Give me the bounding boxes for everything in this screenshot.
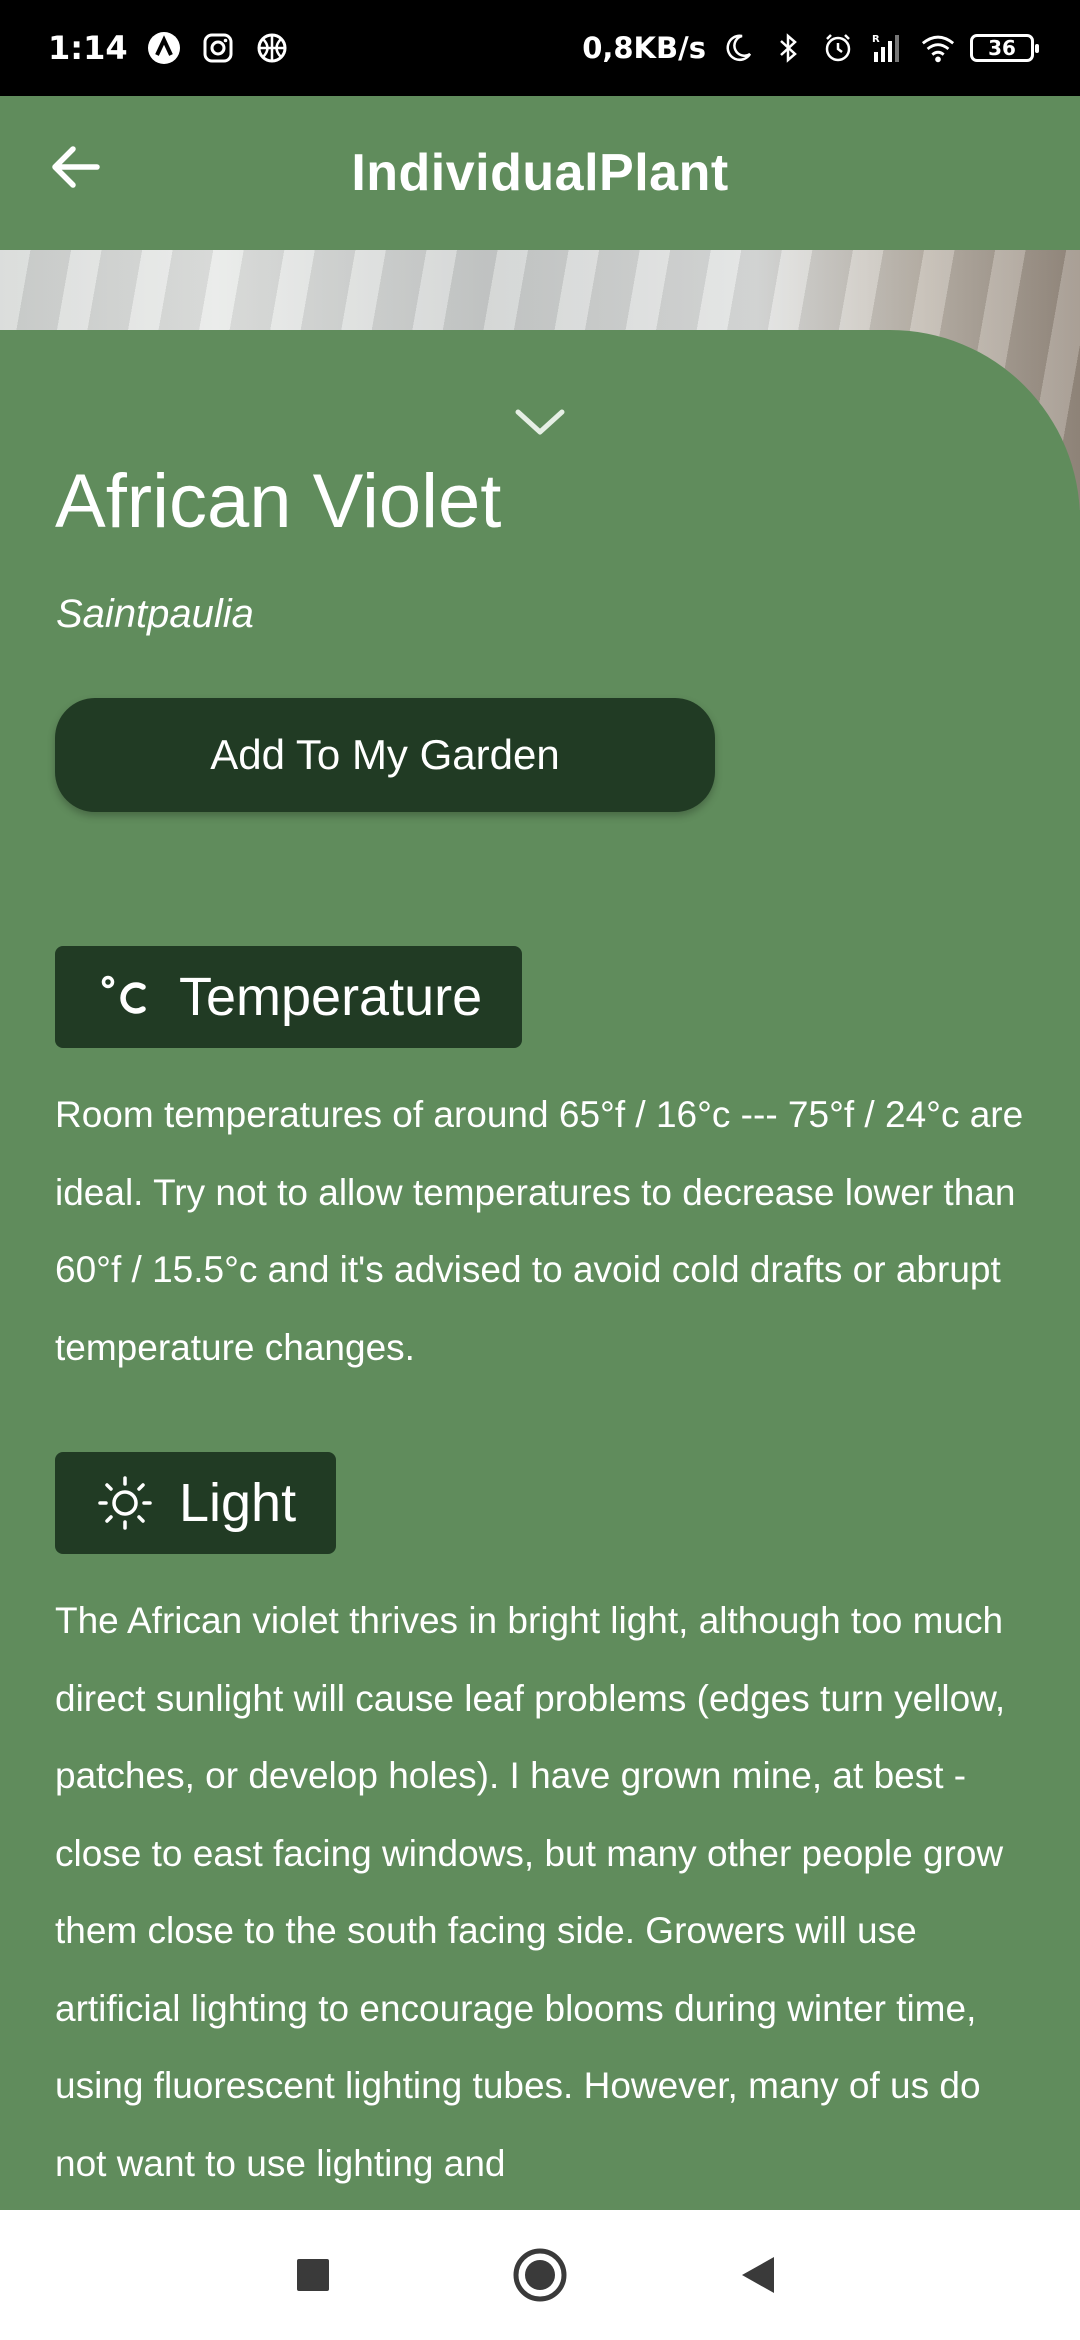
moon-icon (720, 30, 756, 66)
status-bar-right: 0,8KB/s R 36 (582, 30, 1039, 66)
temperature-header: Temperature (55, 946, 523, 1048)
system-nav-bar (0, 2210, 1080, 2340)
page-title: IndividualPlant (351, 144, 729, 202)
instagram-icon (200, 30, 236, 66)
plant-name: African Violet (55, 459, 502, 544)
battery-level: 36 (988, 36, 1016, 60)
recents-button[interactable] (278, 2240, 348, 2310)
home-button[interactable] (505, 2240, 575, 2310)
chevron-down-icon[interactable] (510, 402, 570, 442)
bluetooth-icon (770, 30, 806, 66)
svg-text:R: R (872, 34, 880, 45)
basketball-icon (254, 30, 290, 66)
plant-detail-sheet[interactable]: African Violet Saintpaulia Add To My Gar… (0, 330, 1080, 2210)
back-triangle-icon (742, 2257, 774, 2293)
light-header: Light (55, 1452, 337, 1554)
battery-icon: 36 (970, 34, 1039, 62)
temperature-title: Temperature (179, 967, 483, 1027)
arrow-left-icon (52, 146, 100, 188)
light-title: Light (179, 1473, 297, 1533)
status-bar: 1:14 0,8KB/s R 36 (0, 0, 1080, 96)
temperature-text: Room temperatures of around 65°f / 16°c … (55, 1094, 1024, 1368)
home-circle-icon (513, 2248, 567, 2302)
status-bar-left: 1:14 (48, 29, 290, 67)
alarm-icon (820, 30, 856, 66)
nav-back-button[interactable] (723, 2240, 793, 2310)
plant-scientific-name: Saintpaulia (56, 592, 254, 636)
sun-icon (95, 1473, 155, 1533)
signal-icon: R (870, 30, 906, 66)
add-to-garden-button[interactable]: Add To My Garden (55, 698, 715, 812)
status-time: 1:14 (48, 29, 128, 67)
back-button[interactable] (40, 132, 110, 202)
recents-square-icon (297, 2259, 329, 2291)
wifi-icon (920, 30, 956, 66)
net-speed: 0,8KB/s (582, 31, 706, 65)
celsius-icon (95, 967, 155, 1027)
light-text: The African violet thrives in bright lig… (55, 1600, 1006, 2184)
a-circle-icon (146, 30, 182, 66)
app-bar: IndividualPlant (0, 96, 1080, 250)
